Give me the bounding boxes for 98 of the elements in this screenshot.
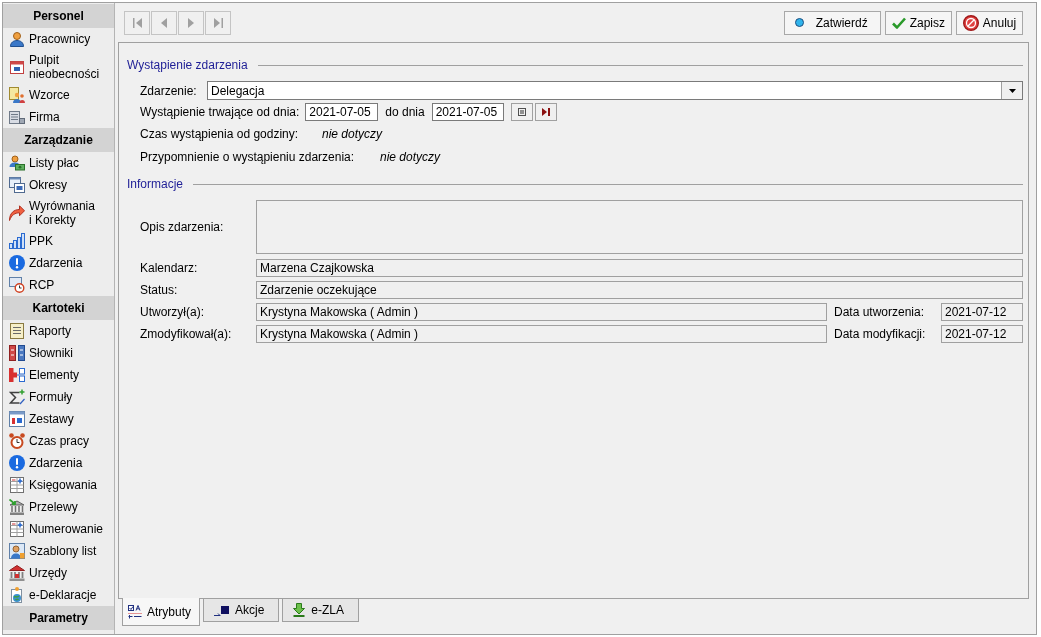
- toolbar-button[interactable]: Anuluj: [956, 10, 1023, 35]
- download-icon: [293, 603, 306, 617]
- sidebar-item[interactable]: Wyrównania i Korekty: [3, 196, 114, 230]
- exclamation-icon: [9, 255, 25, 271]
- caret-icon: [1008, 88, 1016, 93]
- date-field[interactable]: 2021-07-05: [305, 103, 379, 121]
- created-date-field[interactable]: 2021-07-12: [941, 303, 1023, 321]
- sidebar-item[interactable]: Numerowanie: [3, 518, 114, 540]
- sidebar-item[interactable]: Raporty: [3, 320, 114, 342]
- section-title: Wystąpienie zdarzenia: [127, 57, 248, 74]
- sidebar-item[interactable]: Czas pracy: [3, 430, 114, 452]
- field-label: Przypomnienie o wystąpieniu zdarzenia:: [140, 149, 356, 166]
- dot-icon: [794, 18, 804, 27]
- bar-chart-icon: [9, 233, 25, 249]
- field-label: Status:: [140, 282, 179, 299]
- field-label: do dnia: [385, 104, 425, 121]
- exclamation-icon: [9, 455, 25, 471]
- sidebar-item[interactable]: e-Deklaracje: [3, 584, 114, 606]
- document-globe-icon: [9, 587, 25, 603]
- group-header[interactable]: Personel: [3, 4, 114, 28]
- field-value: nie dotyczy: [380, 149, 441, 166]
- cancel-icon: [962, 14, 979, 31]
- blocks-icon: [9, 367, 25, 383]
- created-by-field[interactable]: Krystyna Makowska ( Admin ): [256, 303, 827, 321]
- skip-start-icon: [132, 17, 142, 28]
- tab[interactable]: Akcje: [203, 599, 280, 622]
- tab[interactable]: e-ZLA: [282, 599, 360, 622]
- document-icon: [9, 323, 25, 339]
- dropdown-button[interactable]: [1001, 82, 1022, 99]
- description-field[interactable]: [256, 200, 1023, 254]
- alarm-clock-icon: [9, 433, 25, 449]
- pause-icon: [517, 108, 526, 116]
- field-label: Czas wystąpienia od godziny:: [140, 126, 300, 143]
- sidebar-item[interactable]: Słowniki: [3, 342, 114, 364]
- sidebar-item[interactable]: Firma: [3, 106, 114, 128]
- sidebar-item[interactable]: Księgowania: [3, 474, 114, 496]
- arrow-square-icon: [214, 604, 229, 616]
- section-title: Informacje: [127, 176, 184, 193]
- sidebar-item[interactable]: Pulpit nieobecności: [3, 50, 114, 84]
- sidebar-item[interactable]: Szablony list: [3, 540, 114, 562]
- sidebar-item[interactable]: Elementy: [3, 364, 114, 386]
- clock-window-icon: [9, 277, 25, 293]
- sidebar-item[interactable]: Okresy: [3, 174, 114, 196]
- skip-end-icon: [541, 108, 550, 116]
- sidebar-item[interactable]: Zdarzenia: [3, 452, 114, 474]
- field-label: Opis zdarzenia:: [140, 219, 225, 236]
- skip-end-icon: [213, 17, 223, 28]
- modified-date-field[interactable]: 2021-07-12: [941, 325, 1023, 343]
- sidebar-item[interactable]: Pracownicy: [3, 28, 114, 50]
- sidebar-item[interactable]: Listy płac: [3, 152, 114, 174]
- field-label: Zmodyfikował(a):: [140, 326, 233, 343]
- caret-right-icon: [188, 17, 194, 28]
- sidebar-item[interactable]: Urzędy: [3, 562, 114, 584]
- group-header[interactable]: Kartoteki: [3, 296, 114, 320]
- windows-icon: [9, 177, 25, 193]
- ledger-icon: [9, 477, 25, 493]
- status-field[interactable]: Zdarzenie oczekujące: [256, 281, 1023, 299]
- modified-by-field[interactable]: Krystyna Makowska ( Admin ): [256, 325, 827, 343]
- field-label: Kalendarz:: [140, 260, 199, 277]
- person-icon: [9, 31, 25, 47]
- sidebar-item[interactable]: Zdarzenia: [3, 252, 114, 274]
- window-icon: [9, 411, 25, 427]
- field-label: Zdarzenie:: [140, 82, 198, 100]
- person-banknote-icon: [9, 155, 25, 171]
- person-card-icon: [9, 543, 25, 559]
- building-icon: [9, 109, 25, 125]
- ledger-icon: [9, 521, 25, 537]
- end-date-button[interactable]: [534, 103, 557, 121]
- caret-left-icon: [161, 17, 167, 28]
- sidebar-item[interactable]: PPK: [3, 230, 114, 252]
- toolbar-button[interactable]: Zatwierdź: [783, 10, 881, 35]
- columns-building-icon: [9, 565, 25, 581]
- form-icon: [128, 604, 142, 619]
- group-header[interactable]: Zarządzanie: [3, 128, 114, 152]
- group-header[interactable]: Parametry: [3, 606, 114, 630]
- sidebar-item[interactable]: Wzorce: [3, 84, 114, 106]
- sidebar-item[interactable]: Zestawy: [3, 408, 114, 430]
- field-label: Data utworzenia:: [834, 304, 926, 321]
- toolbar-button[interactable]: Zapisz: [884, 10, 952, 35]
- sigma-icon: [9, 389, 25, 405]
- tab[interactable]: Atrybuty: [122, 598, 200, 626]
- event-combobox[interactable]: Delegacja: [207, 81, 1023, 100]
- calendar-field[interactable]: Marzena Czajkowska: [256, 259, 1023, 277]
- field-label: Utworzył(a):: [140, 304, 205, 321]
- document-people-icon: [9, 87, 25, 103]
- field-value: nie dotyczy: [322, 126, 383, 143]
- bank-arrow-icon: [9, 499, 25, 515]
- check-icon: [891, 16, 906, 29]
- date-field[interactable]: 2021-07-05: [431, 103, 504, 121]
- sidebar-item[interactable]: Formuły: [3, 386, 114, 408]
- field-label: Wystąpienie trwające od dnia:: [140, 104, 300, 121]
- books-icon: [9, 345, 25, 361]
- calendar-icon: [9, 59, 25, 75]
- sidebar-item[interactable]: Przelewy: [3, 496, 114, 518]
- range-button[interactable]: [510, 103, 533, 121]
- sidebar-item[interactable]: RCP: [3, 274, 114, 296]
- field-label: Data modyfikacji:: [834, 326, 927, 343]
- curved-arrow-icon: [9, 205, 25, 221]
